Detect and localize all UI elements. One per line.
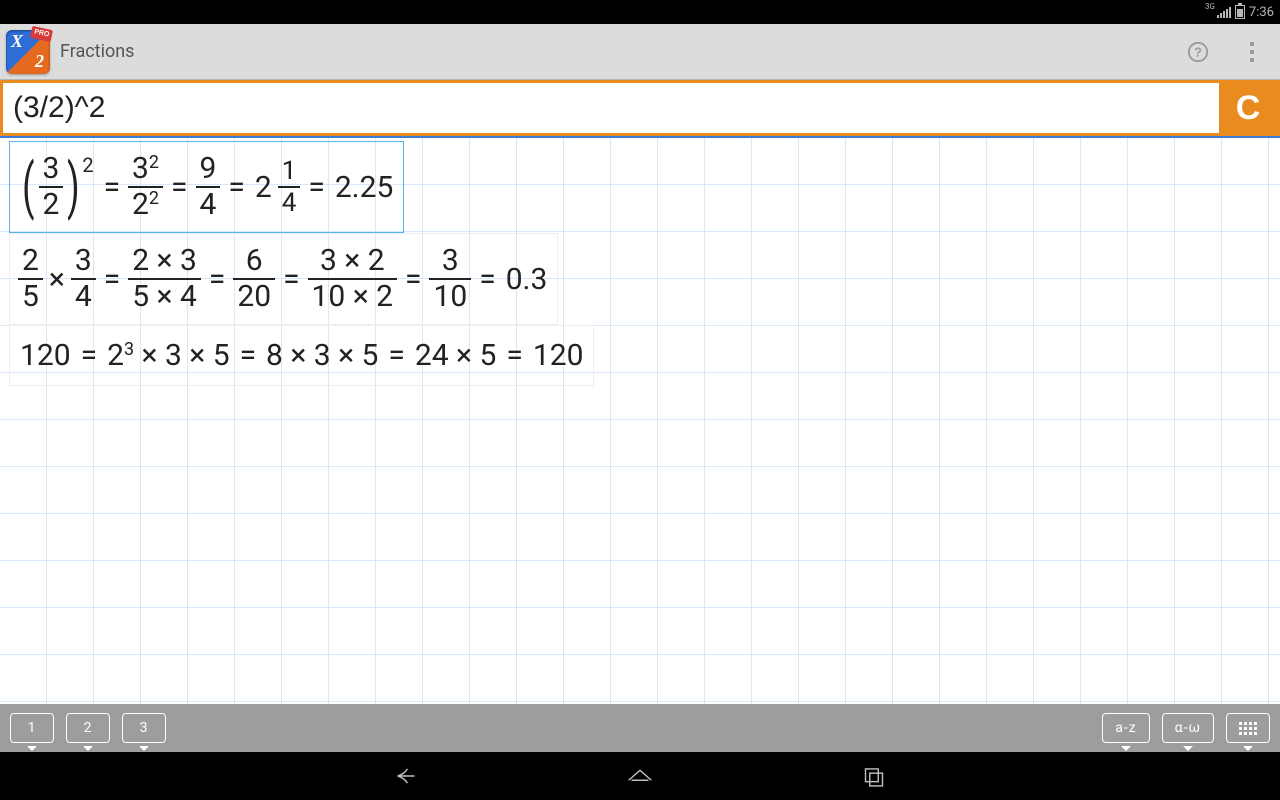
android-status-bar: 3G 7:36	[0, 0, 1280, 24]
more-vert-icon	[1250, 42, 1254, 62]
keypad-tab-bar: 1 2 3 a-z α-ω	[0, 704, 1280, 752]
overflow-menu-button[interactable]	[1230, 30, 1274, 74]
pro-badge: PRO	[30, 25, 53, 41]
battery-icon	[1235, 5, 1245, 19]
keypad-tab-2[interactable]: 2	[66, 713, 110, 743]
keypad-show-keyboard[interactable]	[1226, 713, 1270, 743]
result-decimal: 0.3	[504, 262, 550, 297]
result-decimal: 120	[531, 338, 586, 373]
history-row[interactable]: ( 32 ) 2 = 32 22 = 94 = 2 14 = 2.25	[14, 146, 399, 228]
result-decimal: 2.25	[333, 170, 396, 205]
home-button[interactable]	[623, 759, 657, 793]
history-row[interactable]: 120 = 23 × 3 × 5 = 8 × 3 × 5 = 24 × 5 = …	[14, 330, 589, 381]
history-workspace[interactable]: ( 32 ) 2 = 32 22 = 94 = 2 14 = 2.25 25 ×…	[0, 136, 1280, 704]
keypad-greek[interactable]: α-ω	[1162, 713, 1214, 743]
network-type: 3G	[1205, 2, 1215, 11]
app-title: Fractions	[60, 41, 134, 62]
keypad-tab-1[interactable]: 1	[10, 713, 54, 743]
recents-button[interactable]	[857, 759, 891, 793]
keypad-alpha[interactable]: a-z	[1102, 713, 1149, 743]
app-icon[interactable]: PRO	[6, 30, 50, 74]
app-title-bar: PRO Fractions ?	[0, 24, 1280, 80]
android-nav-bar	[0, 752, 1280, 800]
expression-input-row: C	[0, 80, 1280, 136]
signal-icon	[1217, 7, 1231, 18]
back-button[interactable]	[389, 759, 423, 793]
history-row[interactable]: 25 × 34 = 2 × 35 × 4 = 620 = 3 × 210 × 2…	[14, 238, 553, 320]
clear-button[interactable]: C	[1219, 83, 1277, 133]
keypad-tab-3[interactable]: 3	[122, 713, 166, 743]
expression-input[interactable]	[3, 83, 1219, 133]
keyboard-icon	[1239, 722, 1257, 735]
clock: 7:36	[1249, 5, 1274, 20]
help-button[interactable]: ?	[1176, 30, 1220, 74]
svg-text:?: ?	[1194, 44, 1202, 59]
